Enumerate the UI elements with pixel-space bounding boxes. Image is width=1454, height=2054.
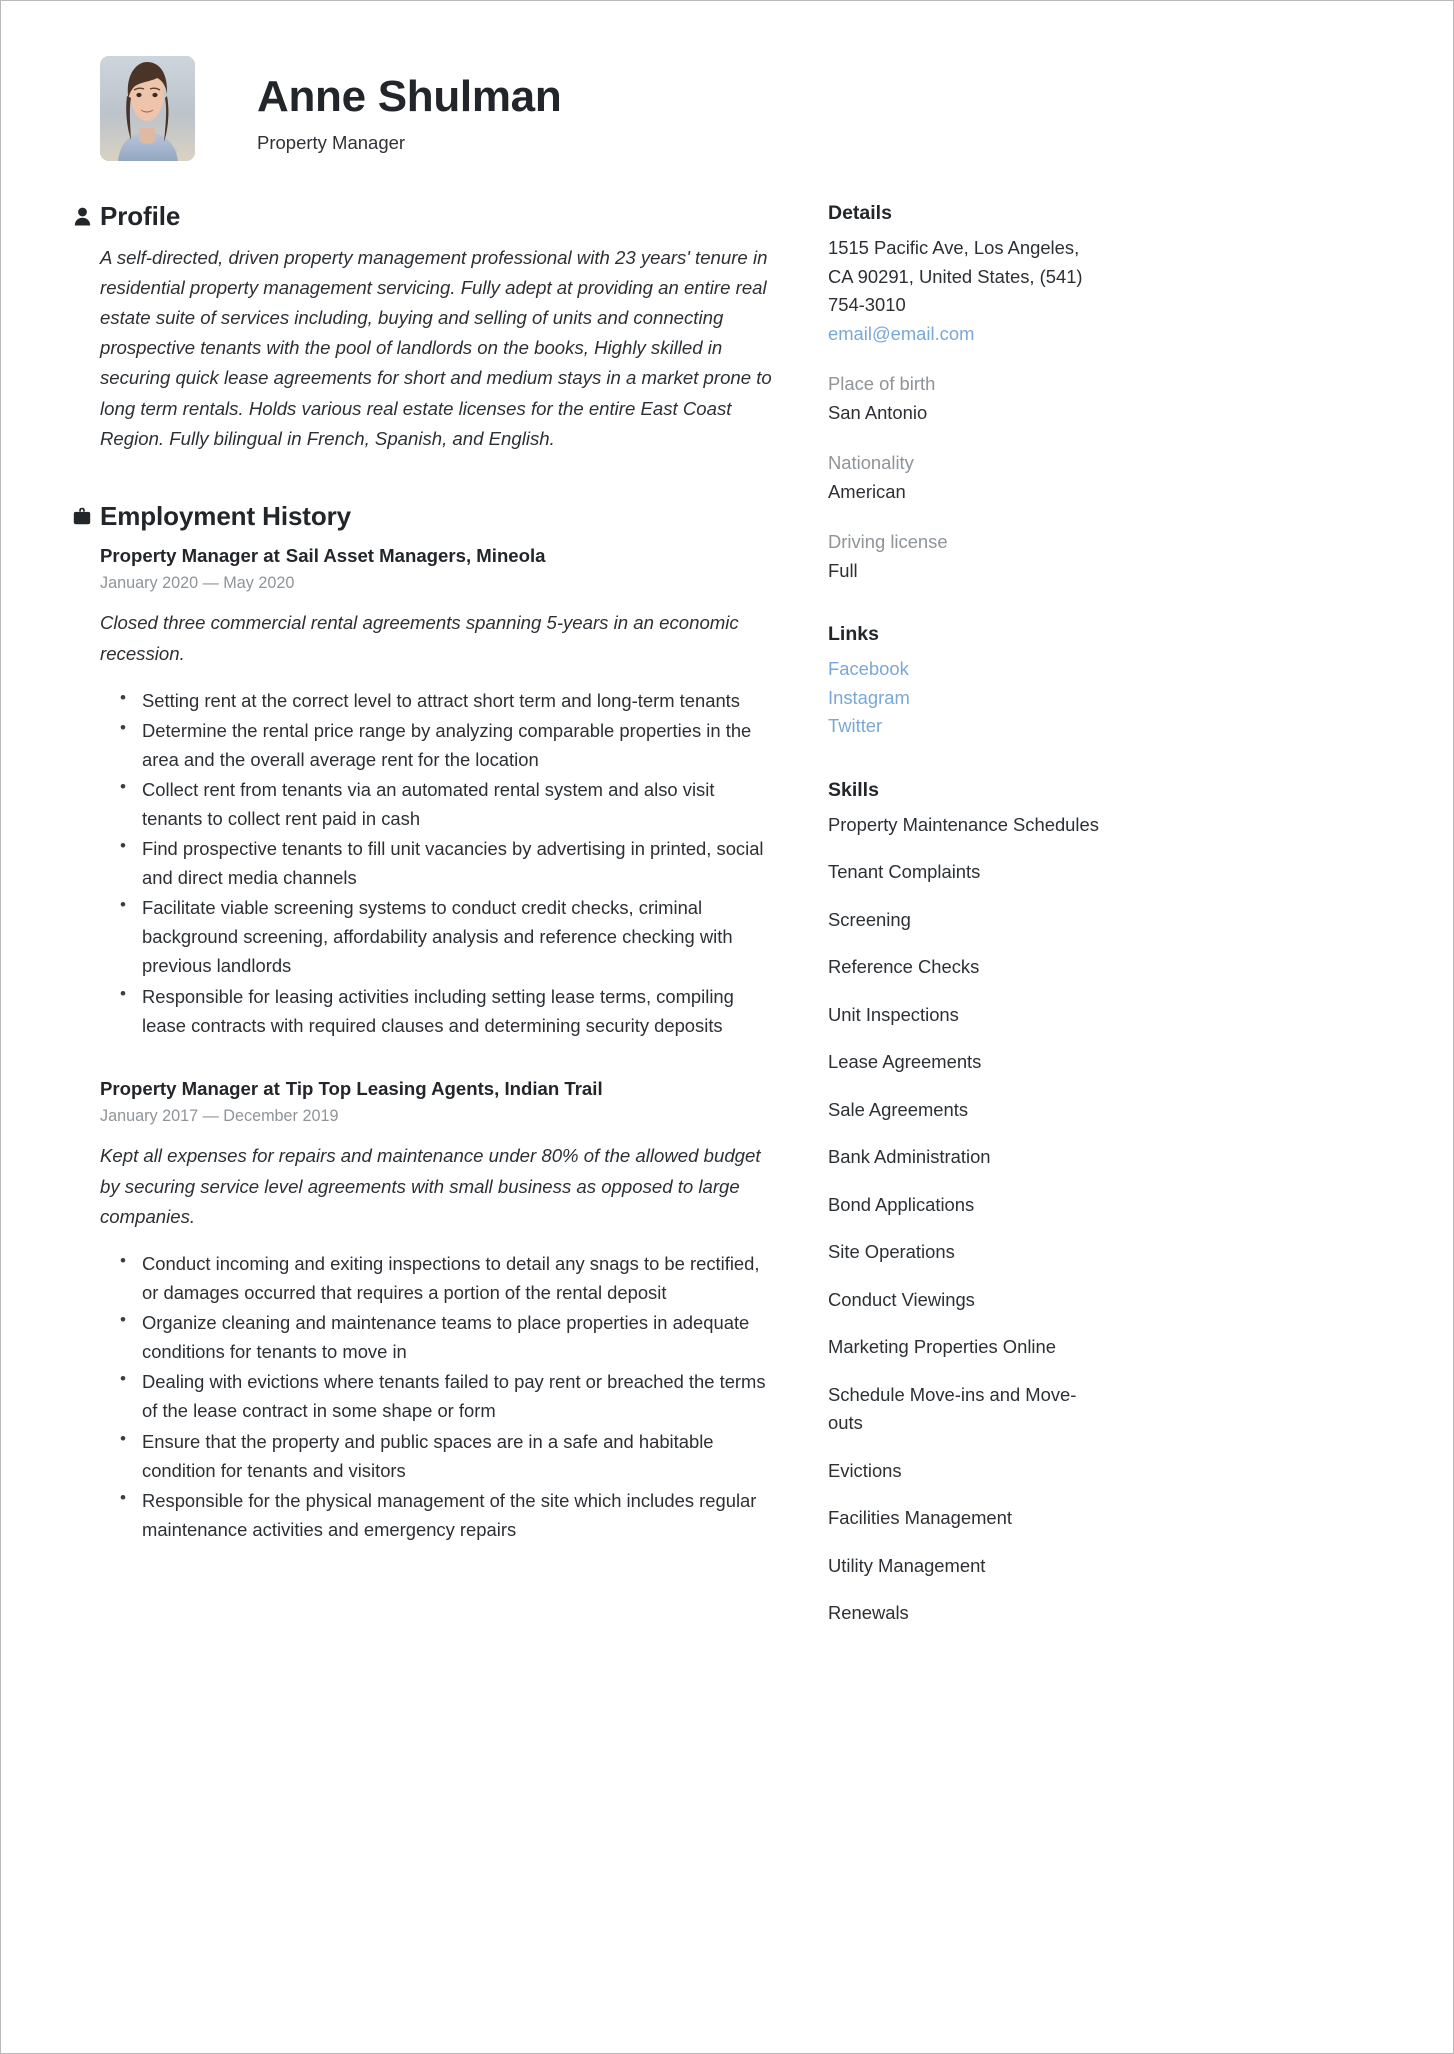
skill-item: Facilities Management xyxy=(828,1507,1012,1529)
job-bullets: Conduct incoming and exiting inspections… xyxy=(100,1248,772,1544)
list-item: Determine the rental price range by anal… xyxy=(120,715,772,774)
detail-field-nationality: Nationality American xyxy=(828,449,1104,506)
detail-value: American xyxy=(828,480,906,502)
detail-field-place-of-birth: Place of birth San Antonio xyxy=(828,370,1104,427)
job-company: Tip Top Leasing Agents, Indian Trail xyxy=(285,1077,603,1099)
list-item: Responsible for the physical management … xyxy=(120,1485,772,1544)
employment-section: Employment History Property Manager at Sa… xyxy=(73,501,772,1544)
main-column: Profile A self-directed, driven property… xyxy=(73,201,772,1545)
employment-heading: Employment History xyxy=(100,501,352,532)
skill-item: Reference Checks xyxy=(828,956,980,978)
job-entry: Property Manager at Tip Top Leasing Agent… xyxy=(100,1076,772,1544)
address-line-3: 754-3010 xyxy=(828,294,906,316)
skill-item: Evictions xyxy=(828,1459,902,1481)
list-item: Collect rent from tenants via an automat… xyxy=(120,774,772,833)
content-columns: Profile A self-directed, driven property… xyxy=(1,161,1453,1656)
skill-item: Property Maintenance Schedules xyxy=(828,813,1099,835)
skills-heading: Skills xyxy=(828,778,879,801)
list-item: Dealing with evictions where tenants fai… xyxy=(120,1366,772,1425)
detail-field-driving-license: Driving license Full xyxy=(828,528,1104,585)
skills-section: Skills Property Maintenance Schedules Te… xyxy=(828,779,1104,1628)
detail-value: Full xyxy=(828,559,858,581)
details-section: Details 1515 Pacific Ave, Los Angeles, C… xyxy=(828,202,1104,585)
details-address: 1515 Pacific Ave, Los Angeles, CA 90291,… xyxy=(828,234,1104,348)
job-dates: January 2017 — December 2019 xyxy=(100,1106,339,1125)
resume-page: Anne Shulman Property Manager Profile A … xyxy=(0,0,1454,2054)
address-line-2: CA 90291, United States, (541) xyxy=(828,265,1083,287)
skill-item: Utility Management xyxy=(828,1554,986,1576)
resume-sheet: Anne Shulman Property Manager Profile A … xyxy=(1,1,1453,2053)
list-item: Setting rent at the correct level to att… xyxy=(120,685,772,715)
detail-label: Driving license xyxy=(828,531,948,553)
list-item: Facilitate viable screening systems to c… xyxy=(120,892,772,980)
list-item: Find prospective tenants to fill unit va… xyxy=(120,833,772,892)
skill-item: Lease Agreements xyxy=(828,1051,982,1073)
skill-item: Bond Applications xyxy=(828,1193,975,1215)
list-item: Ensure that the property and public spac… xyxy=(120,1426,772,1485)
briefcase-icon xyxy=(71,507,93,525)
sidebar: Details 1515 Pacific Ave, Los Angeles, C… xyxy=(828,202,1104,1656)
job-role: Property Manager at xyxy=(100,544,280,566)
list-item: Organize cleaning and maintenance teams … xyxy=(120,1307,772,1366)
page-title: Anne Shulman xyxy=(257,72,562,121)
resume-header: Anne Shulman Property Manager xyxy=(1,1,1453,161)
links-heading: Links xyxy=(828,623,879,646)
skill-item: Marketing Properties Online xyxy=(828,1336,1056,1358)
profile-heading: Profile xyxy=(100,201,181,231)
job-entry: Property Manager at Sail Asset Managers, … xyxy=(100,543,772,1040)
skill-item: Schedule Move-ins and Move-outs xyxy=(828,1383,1077,1434)
job-heading: Property Manager at Tip Top Leasing Agent… xyxy=(100,1076,772,1101)
job-dates: January 2020 — May 2020 xyxy=(100,573,295,592)
address-line-1: 1515 Pacific Ave, Los Angeles, xyxy=(828,237,1080,258)
job-title-subtitle: Property Manager xyxy=(257,132,406,154)
name-block: Anne Shulman Property Manager xyxy=(257,56,562,154)
skill-item: Screening xyxy=(828,908,911,930)
profile-section-head: Profile xyxy=(74,201,772,231)
detail-value: San Antonio xyxy=(828,401,928,423)
skill-item: Site Operations xyxy=(828,1241,955,1263)
employment-section-head: Employment History xyxy=(73,501,772,532)
email-link[interactable]: email@email.com xyxy=(828,323,974,344)
skill-item: Unit Inspections xyxy=(828,1003,959,1025)
skill-item: Renewals xyxy=(828,1602,909,1624)
detail-label: Nationality xyxy=(828,452,914,474)
job-bullets: Setting rent at the correct level to att… xyxy=(100,685,772,1040)
skills-list: Property Maintenance Schedules Tenant Co… xyxy=(828,811,1104,1628)
skill-item: Sale Agreements xyxy=(828,1098,969,1120)
links-section: Links Facebook Instagram Twitter xyxy=(828,623,1104,741)
skill-item: Conduct Viewings xyxy=(828,1288,975,1310)
detail-label: Place of birth xyxy=(828,373,936,395)
job-summary: Kept all expenses for repairs and mainte… xyxy=(100,1145,761,1227)
link-twitter[interactable]: Twitter xyxy=(828,712,1104,741)
job-company: Sail Asset Managers, Mineola xyxy=(285,544,546,566)
avatar xyxy=(100,56,195,161)
list-item: Responsible for leasing activities inclu… xyxy=(120,981,772,1040)
skill-item: Bank Administration xyxy=(828,1146,991,1168)
details-heading: Details xyxy=(828,202,892,224)
link-facebook[interactable]: Facebook xyxy=(828,655,1104,684)
person-icon xyxy=(71,207,93,226)
list-item: Conduct incoming and exiting inspections… xyxy=(120,1248,772,1307)
profile-text: A self-directed, driven property managem… xyxy=(100,246,772,449)
job-role: Property Manager at xyxy=(100,1077,280,1099)
job-heading: Property Manager at Sail Asset Managers, … xyxy=(100,543,772,568)
link-instagram[interactable]: Instagram xyxy=(828,684,1104,713)
profile-section: Profile A self-directed, driven property… xyxy=(74,201,772,454)
skill-item: Tenant Complaints xyxy=(828,861,981,883)
job-summary: Closed three commercial rental agreement… xyxy=(100,612,739,664)
